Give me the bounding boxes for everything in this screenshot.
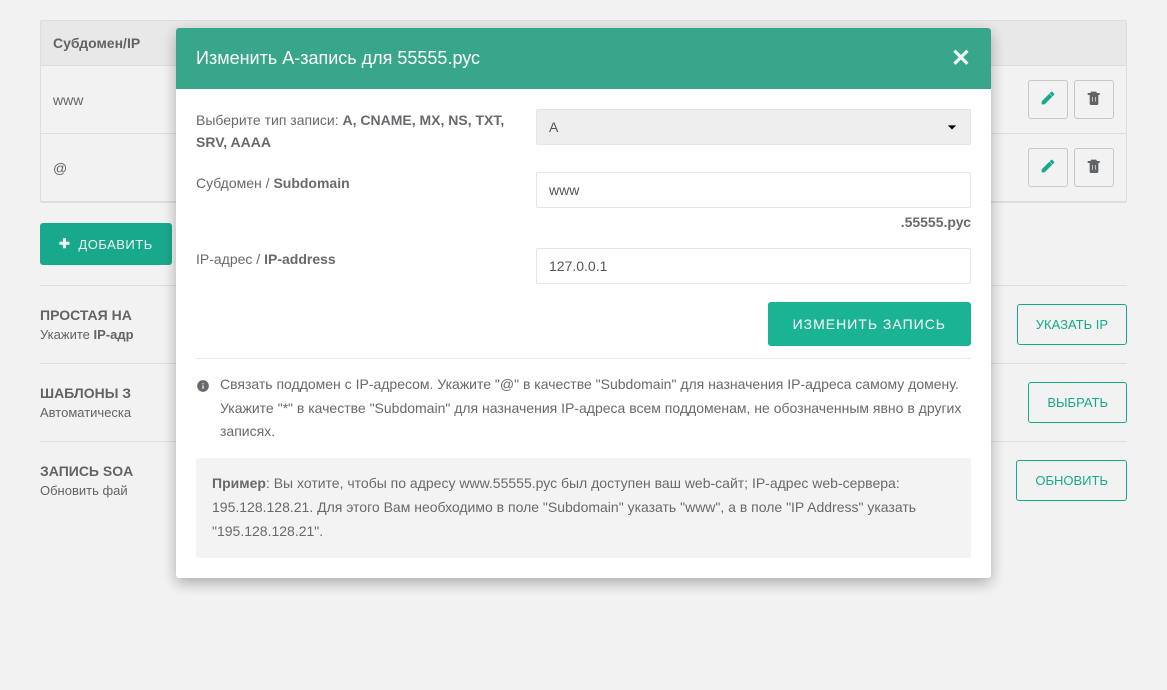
record-type-label: Выберите тип записи: A, CNAME, MX, NS, T…	[196, 109, 536, 154]
example-box: Пример: Вы хотите, чтобы по адресу www.5…	[196, 458, 971, 557]
domain-suffix: .55555.рус	[536, 214, 971, 230]
subdomain-input[interactable]	[536, 172, 971, 208]
info-text: Связать поддомен с IP-адресом. Укажите "…	[220, 373, 971, 444]
subdomain-label: Субдомен / Subdomain	[196, 172, 536, 230]
ip-address-label: IP-адрес / IP-address	[196, 248, 536, 284]
modal-title: Изменить A-запись для 55555.рус	[196, 48, 480, 69]
edit-a-record-modal: Изменить A-запись для 55555.рус ✕ Выбери…	[176, 28, 991, 578]
ip-address-input[interactable]	[536, 248, 971, 284]
close-icon[interactable]: ✕	[951, 44, 971, 73]
record-type-select[interactable]: A	[536, 109, 971, 145]
submit-edit-button[interactable]: ИЗМЕНИТЬ ЗАПИСЬ	[768, 302, 971, 346]
example-label: Пример	[212, 475, 266, 491]
example-text: : Вы хотите, чтобы по адресу www.55555.р…	[212, 475, 916, 539]
modal-header: Изменить A-запись для 55555.рус ✕	[176, 28, 991, 89]
info-icon	[196, 377, 210, 401]
modal-backdrop: Изменить A-запись для 55555.рус ✕ Выбери…	[0, 0, 1167, 690]
